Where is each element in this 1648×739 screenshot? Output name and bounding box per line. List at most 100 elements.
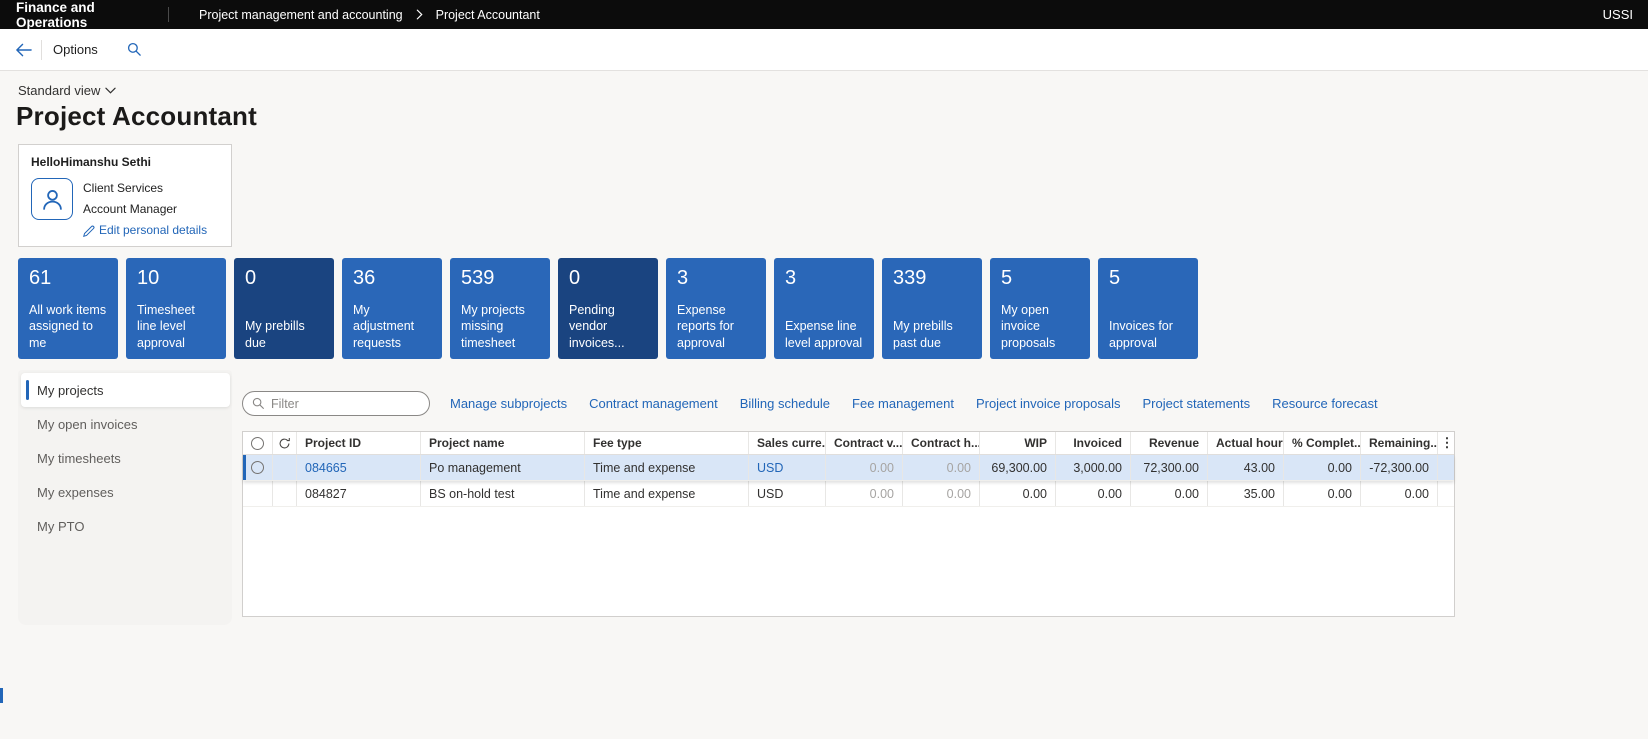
table-cell-invoiced: 3,000.00	[1056, 455, 1131, 480]
projects-grid: Project ID Project name Fee type Sales curr…	[242, 431, 1455, 617]
workspace: My projects My open invoices My timesheets…	[18, 370, 1648, 625]
user-card-body: Client Services Account Manager Edit per…	[31, 178, 219, 241]
select-all-radio[interactable]	[251, 436, 264, 450]
table-row[interactable]: 084665 Po management Time and expense USD 0.…	[243, 455, 1454, 481]
sidebar-item-my-pto[interactable]: My PTO	[18, 509, 232, 543]
column-header-complet[interactable]: % Complet...	[1284, 432, 1361, 454]
table-cell-actual-hours: 35.00	[1208, 481, 1284, 506]
breadcrumb-chevron-icon	[416, 9, 423, 20]
kpi-tile-invoices-for-approval[interactable]: 5 Invoices for approval	[1098, 258, 1198, 359]
table-cell-revenue: 0.00	[1131, 481, 1208, 506]
table-cell-revenue: 72,300.00	[1131, 455, 1208, 480]
more-options-icon[interactable]: ⋮	[1441, 435, 1454, 451]
tile-count: 10	[137, 267, 160, 289]
table-cell-invoiced: 0.00	[1056, 481, 1131, 506]
row-radio[interactable]	[251, 461, 264, 474]
column-options-cell[interactable]: ⋮	[1438, 432, 1456, 454]
app-title[interactable]: Finance and Operations	[0, 0, 168, 30]
table-cell-remaining: 0.00	[1361, 481, 1438, 506]
tile-count: 3	[677, 267, 689, 289]
column-header-contract-v[interactable]: Contract v...	[826, 432, 903, 454]
toolbar-link-project-statements[interactable]: Project statements	[1142, 396, 1250, 411]
breadcrumb-module[interactable]: Project management and accounting	[199, 8, 403, 22]
tile-label: My adjustment requests	[353, 302, 415, 350]
kpi-tile-timesheet-line-level-approval[interactable]: 10 Timesheet line level approval	[126, 258, 226, 359]
table-cell-project-id[interactable]: 084665	[297, 455, 421, 480]
column-header-remaining[interactable]: Remaining...	[1361, 432, 1438, 454]
grid-header-row: Project ID Project name Fee type Sales curr…	[243, 432, 1454, 455]
page-title: Project Accountant	[16, 101, 258, 131]
grid-body: 084665 Po management Time and expense USD 0.…	[243, 455, 1454, 507]
toolbar-link-resource-forecast[interactable]: Resource forecast	[1272, 396, 1378, 411]
column-header-fee-type[interactable]: Fee type	[585, 432, 749, 454]
options-menu[interactable]: Options	[53, 42, 98, 57]
column-header-project-name[interactable]: Project name	[421, 432, 585, 454]
tile-label: My projects missing timesheet	[461, 302, 525, 350]
refresh-cell[interactable]	[273, 432, 297, 454]
topbar-divider	[168, 7, 169, 22]
toolbar-link-contract-management[interactable]: Contract management	[589, 396, 718, 411]
sidebar-item-my-timesheets[interactable]: My timesheets	[18, 441, 232, 475]
toolbar-link-billing-schedule[interactable]: Billing schedule	[740, 396, 830, 411]
tile-count: 0	[245, 267, 257, 289]
kpi-tile-my-adjustment-requests[interactable]: 36 My adjustment requests	[342, 258, 442, 359]
breadcrumb-page[interactable]: Project Accountant	[436, 8, 540, 22]
toolbar-link-fee-management[interactable]: Fee management	[852, 396, 954, 411]
row-refresh-cell	[273, 455, 297, 480]
search-icon[interactable]	[127, 42, 142, 57]
column-header-invoiced[interactable]: Invoiced	[1056, 432, 1131, 454]
column-header-contract-h[interactable]: Contract h...	[903, 432, 980, 454]
tile-label: Timesheet line level approval	[137, 302, 195, 350]
table-cell-sales-curre: USD	[749, 481, 826, 506]
kpi-tile-all-work-items-assigned-to-me[interactable]: 61 All work items assigned to me	[18, 258, 118, 359]
tile-label: My open invoice proposals	[1001, 302, 1056, 350]
kpi-tile-my-projects-missing-timesheet[interactable]: 539 My projects missing timesheet	[450, 258, 550, 359]
view-selector[interactable]: Standard view	[18, 83, 117, 98]
sidebar-item-my-open-invoices[interactable]: My open invoices	[18, 407, 232, 441]
table-cell-complet: 0.00	[1284, 455, 1361, 480]
table-row[interactable]: 084827 BS on-hold test Time and expense USD…	[243, 481, 1454, 507]
kpi-tile-my-open-invoice-proposals[interactable]: 5 My open invoice proposals	[990, 258, 1090, 359]
row-refresh-cell	[273, 481, 297, 506]
column-header-actual-hours[interactable]: Actual hours	[1208, 432, 1284, 454]
view-selector-label: Standard view	[18, 83, 101, 98]
row-select-cell[interactable]	[243, 481, 273, 506]
kpi-tile-expense-reports-for-approval[interactable]: 3 Expense reports for approval	[666, 258, 766, 359]
filter-box[interactable]	[242, 391, 430, 416]
table-cell-fee-type: Time and expense	[585, 481, 749, 506]
command-bar: Options	[0, 29, 1648, 71]
sidebar-item-my-projects[interactable]: My projects	[21, 373, 230, 407]
table-cell-contract-v: 0.00	[826, 481, 903, 506]
tile-count: 5	[1109, 267, 1121, 289]
environment-label[interactable]: USSI	[1603, 7, 1648, 22]
kpi-tile-expense-line-level-approval[interactable]: 3 Expense line level approval	[774, 258, 874, 359]
column-header-wip[interactable]: WIP	[980, 432, 1056, 454]
select-all-cell[interactable]	[243, 432, 273, 454]
top-navigation-bar: Finance and Operations Project managemen…	[0, 0, 1648, 30]
edit-personal-details-link[interactable]: Edit personal details	[83, 220, 207, 241]
table-cell-contract-h: 0.00	[903, 481, 980, 506]
table-cell-project-id: 084827	[297, 481, 421, 506]
toolbar-link-project-invoice-proposals[interactable]: Project invoice proposals	[976, 396, 1121, 411]
toolbar-link-manage-subprojects[interactable]: Manage subprojects	[450, 396, 567, 411]
kpi-tile-my-prebills-due[interactable]: 0 My prebills due	[234, 258, 334, 359]
column-header-project-id[interactable]: Project ID	[297, 432, 421, 454]
kpi-tile-pending-vendor-invoices[interactable]: 0 Pending vendor invoices...	[558, 258, 658, 359]
refresh-icon[interactable]	[278, 437, 291, 450]
table-cell-sales-curre[interactable]: USD	[749, 455, 826, 480]
kpi-tile-my-prebills-past-due[interactable]: 339 My prebills past due	[882, 258, 982, 359]
sidebar-item-my-expenses[interactable]: My expenses	[18, 475, 232, 509]
tile-count: 339	[893, 267, 927, 289]
breadcrumb: Project management and accounting Projec…	[199, 8, 540, 22]
user-card: HelloHimanshu Sethi Client Services Acco…	[18, 144, 232, 247]
row-select-cell[interactable]	[243, 455, 273, 480]
filter-input[interactable]	[271, 396, 420, 411]
tab-content: Manage subprojects Contract management Bil…	[242, 370, 1455, 625]
pencil-icon	[83, 225, 95, 237]
column-header-sales-curre[interactable]: Sales curre...	[749, 432, 826, 454]
tile-count: 0	[569, 267, 581, 289]
column-header-revenue[interactable]: Revenue	[1131, 432, 1208, 454]
toolbar-links: Manage subprojects Contract management Bil…	[450, 396, 1378, 411]
table-cell-remaining: -72,300.00	[1361, 455, 1438, 480]
back-button[interactable]	[15, 43, 32, 57]
